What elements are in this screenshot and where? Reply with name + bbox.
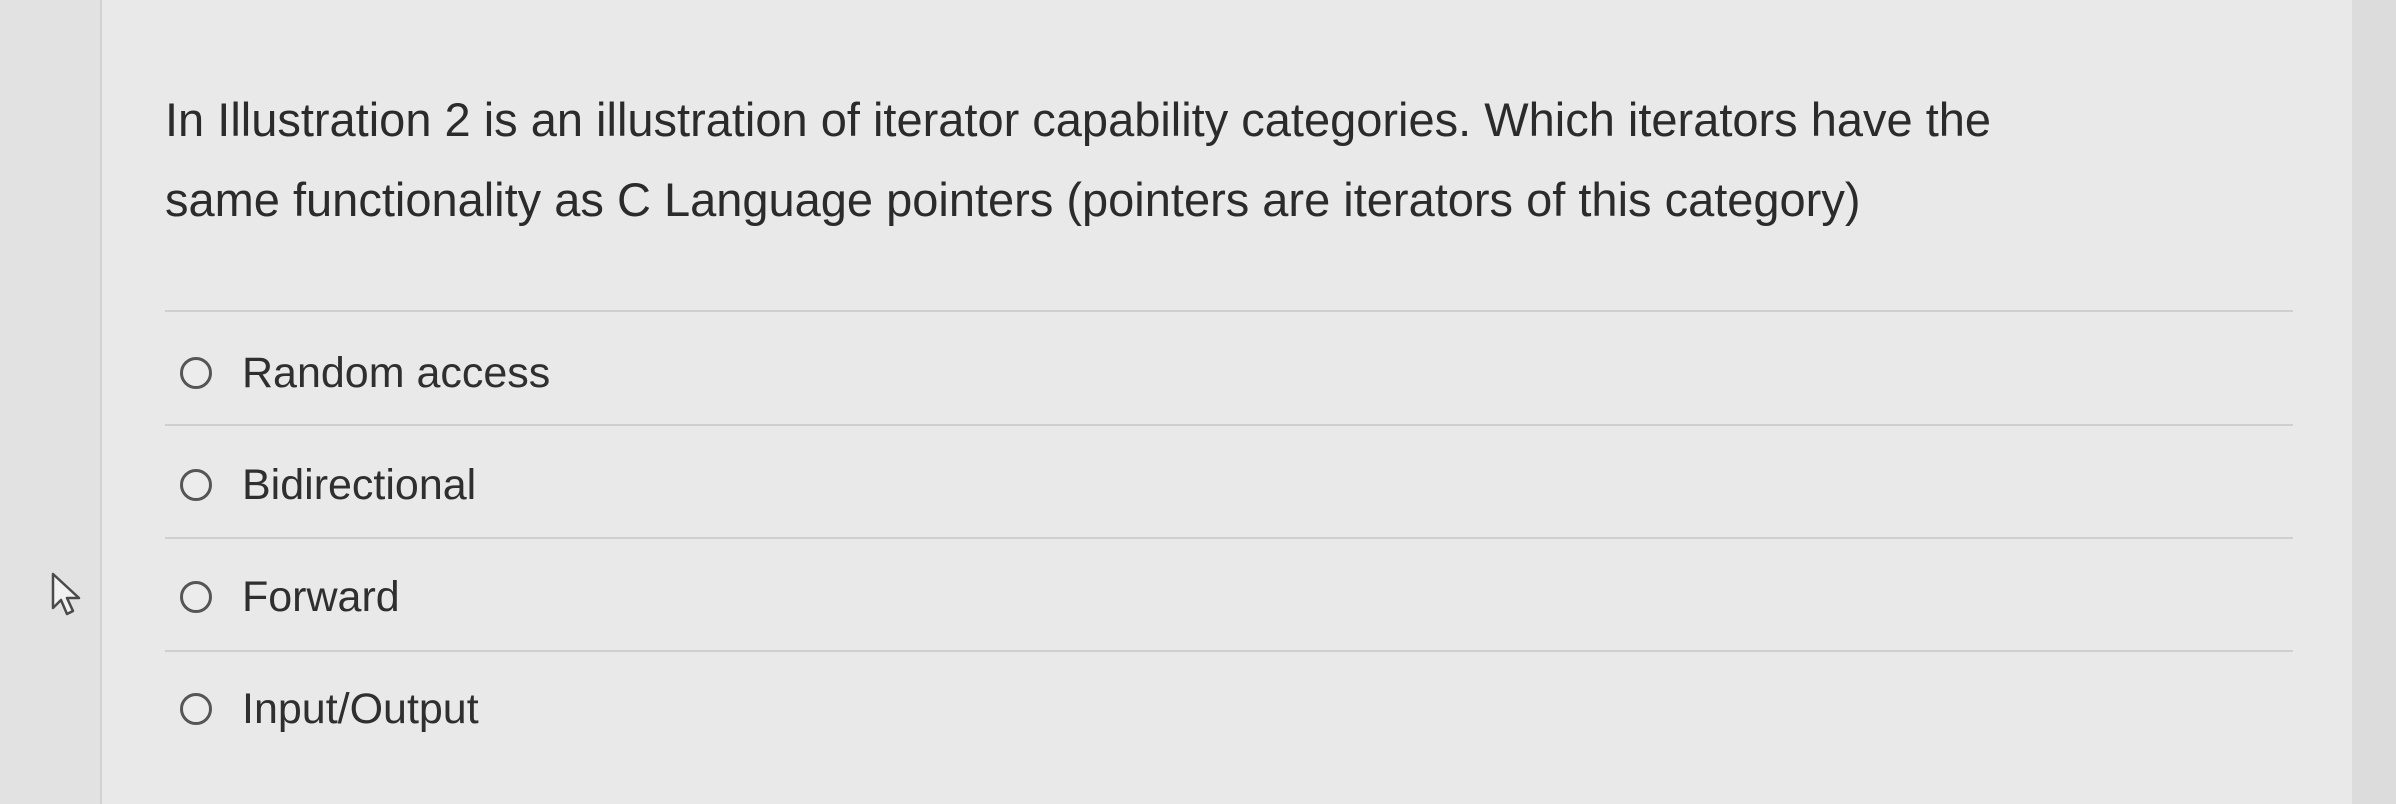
option-forward[interactable]: Forward xyxy=(180,562,400,632)
page-margin-right xyxy=(2352,0,2396,804)
question-text: In Illustration 2 is an illustration of … xyxy=(165,80,2285,240)
option-label: Bidirectional xyxy=(242,460,477,509)
question-line-1: In Illustration 2 is an illustration of … xyxy=(165,93,1992,146)
option-random-access[interactable]: Random access xyxy=(180,338,550,408)
option-input-output[interactable]: Input/Output xyxy=(180,674,479,744)
option-divider xyxy=(165,537,2293,539)
option-divider xyxy=(165,650,2293,652)
page-margin-left xyxy=(0,0,100,804)
option-label: Input/Output xyxy=(242,684,479,733)
option-divider xyxy=(165,424,2293,426)
radio-button-icon[interactable] xyxy=(180,693,212,725)
option-label: Random access xyxy=(242,348,551,397)
mouse-pointer-icon xyxy=(51,572,81,616)
radio-button-icon[interactable] xyxy=(180,357,212,389)
radio-button-icon[interactable] xyxy=(180,469,212,501)
radio-button-icon[interactable] xyxy=(180,581,212,613)
option-label: Forward xyxy=(242,572,400,621)
option-bidirectional[interactable]: Bidirectional xyxy=(180,450,476,520)
question-divider xyxy=(165,310,2293,312)
question-line-2: same functionality as C Language pointer… xyxy=(165,173,1861,226)
